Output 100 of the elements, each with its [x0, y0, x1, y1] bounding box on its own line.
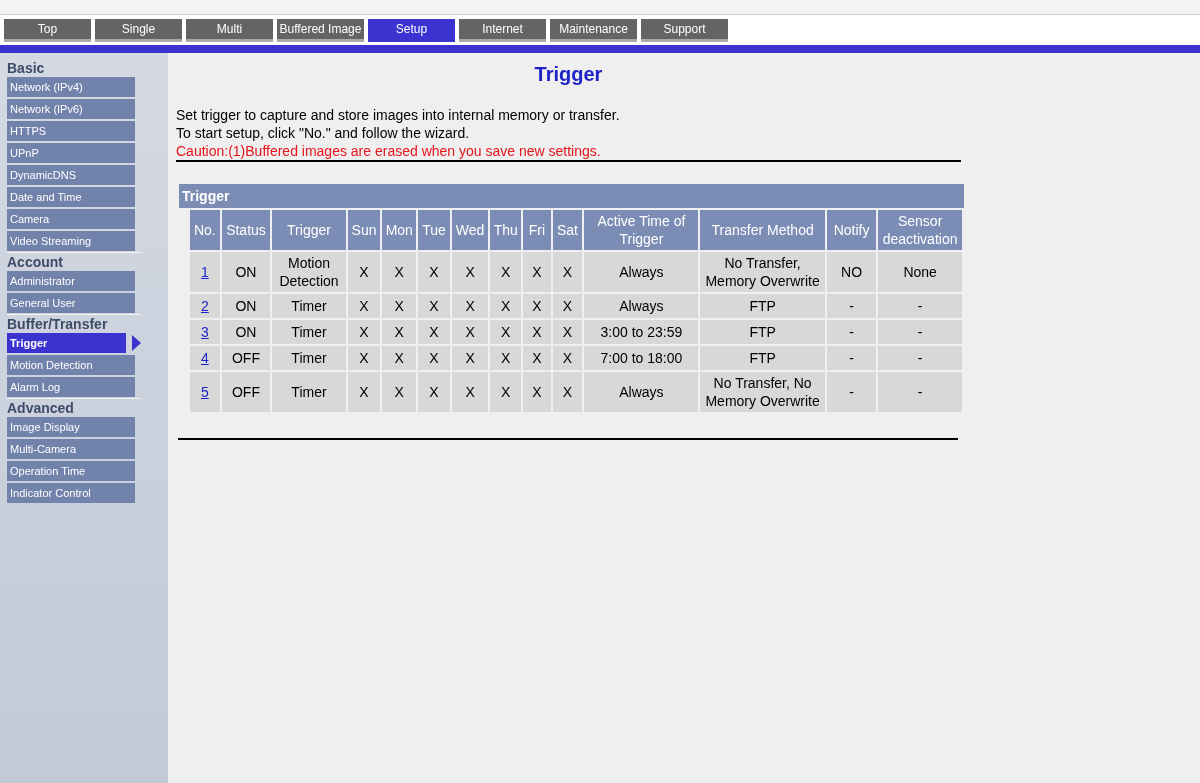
column-header: Transfer Method	[700, 210, 825, 250]
table-cell: X	[451, 372, 489, 412]
column-header: Status	[221, 210, 271, 250]
sidebar-item[interactable]: General User	[7, 293, 135, 313]
table-cell: FTP	[700, 294, 825, 318]
sidebar-item[interactable]: Video Streaming	[7, 231, 135, 251]
caution-text: Caution:(1)Buffered images are erased when you save new settings.	[176, 142, 602, 160]
page-title: Trigger	[533, 63, 604, 85]
table-cell: X	[523, 294, 551, 318]
nav-tab[interactable]: Internet	[459, 19, 546, 42]
sidebar-item[interactable]: DynamicDNS	[7, 165, 135, 185]
table-cell: X	[552, 294, 583, 318]
table-cell: X	[347, 320, 381, 344]
description-text: Set trigger to capture and store images into internal memory or transfer.	[176, 106, 621, 124]
table-cell: X	[451, 320, 489, 344]
table-cell: No Transfer, Memory Overwrite	[700, 252, 825, 292]
column-header: No.	[190, 210, 220, 250]
table-cell: Always	[584, 372, 699, 412]
nav-tab[interactable]: Support	[641, 19, 728, 42]
table-cell: X	[490, 320, 522, 344]
sidebar-item[interactable]: Network (IPv4)	[7, 77, 135, 97]
sidebar-heading: Basic	[7, 59, 46, 77]
sidebar-heading: Advanced	[7, 399, 75, 417]
table-cell: FTP	[700, 346, 825, 370]
nav-tab[interactable]: Top	[4, 19, 91, 42]
table-cell: X	[347, 252, 381, 292]
sidebar-item[interactable]: Indicator Control	[7, 483, 135, 503]
pointer-icon	[132, 335, 141, 351]
nav-tab[interactable]: Maintenance	[550, 19, 637, 42]
table-cell: X	[382, 320, 417, 344]
table-cell: 3:00 to 23:59	[584, 320, 699, 344]
sidebar-item[interactable]: Date and Time	[7, 187, 135, 207]
table-cell: X	[418, 320, 450, 344]
table-cell: X	[490, 346, 522, 370]
table-cell: X	[418, 294, 450, 318]
sidebar-item[interactable]: Multi-Camera	[7, 439, 135, 459]
sidebar-item[interactable]: Camera	[7, 209, 135, 229]
table-cell: Always	[584, 294, 699, 318]
column-header: Sensor deactivation	[878, 210, 962, 250]
table-cell: X	[418, 346, 450, 370]
row-number-link[interactable]: 4	[200, 350, 209, 366]
table-cell: X	[382, 372, 417, 412]
table-cell: Motion Detection	[272, 252, 346, 292]
sidebar-item[interactable]: Motion Detection	[7, 355, 135, 375]
column-header: Trigger	[272, 210, 346, 250]
table-cell: Timer	[272, 320, 346, 344]
table-cell: X	[382, 294, 417, 318]
table-cell: 7:00 to 18:00	[584, 346, 699, 370]
table-title: Trigger	[179, 184, 964, 208]
sidebar-item[interactable]: Network (IPv6)	[7, 99, 135, 119]
sidebar-item[interactable]: Trigger	[7, 333, 126, 353]
row-number-link[interactable]: 5	[200, 384, 209, 400]
sidebar-item[interactable]: HTTPS	[7, 121, 135, 141]
nav-tab[interactable]: Multi	[186, 19, 273, 42]
table-cell: X	[490, 372, 522, 412]
table-cell: -	[878, 294, 962, 318]
table-cell: -	[878, 320, 962, 344]
table-cell: X	[523, 320, 551, 344]
sidebar-heading: Buffer/Transfer	[7, 315, 109, 333]
row-number-link[interactable]: 2	[200, 298, 209, 314]
table-cell: X	[552, 320, 583, 344]
table-cell: -	[826, 320, 877, 344]
column-header: Thu	[490, 210, 522, 250]
table-cell: -	[826, 294, 877, 318]
sidebar-item[interactable]: Alarm Log	[7, 377, 135, 397]
table-cell: FTP	[700, 320, 825, 344]
table-cell: No Transfer, No Memory Overwrite	[700, 372, 825, 412]
column-header: Sat	[552, 210, 583, 250]
table-cell: X	[552, 372, 583, 412]
row-number-link[interactable]: 3	[200, 324, 209, 340]
column-header: Active Time of Trigger	[584, 210, 699, 250]
table-cell: X	[490, 252, 522, 292]
sidebar-item[interactable]: Image Display	[7, 417, 135, 437]
table-cell: ON	[221, 320, 271, 344]
row-number-link[interactable]: 1	[200, 264, 209, 280]
table-cell: -	[878, 372, 962, 412]
nav-tab[interactable]: Buffered Image	[277, 19, 364, 42]
table-cell: X	[347, 346, 381, 370]
nav-tab[interactable]: Setup	[368, 19, 455, 42]
column-header: Sun	[347, 210, 381, 250]
table-cell: X	[347, 372, 381, 412]
column-header: Notify	[826, 210, 877, 250]
table-cell: X	[490, 294, 522, 318]
sidebar-item[interactable]: UPnP	[7, 143, 135, 163]
table-cell: X	[451, 252, 489, 292]
table-cell: ON	[221, 252, 271, 292]
nav-tab[interactable]: Single	[95, 19, 182, 42]
column-header: Tue	[418, 210, 450, 250]
table-cell: X	[451, 346, 489, 370]
table-cell: -	[826, 346, 877, 370]
table-cell: Timer	[272, 294, 346, 318]
sidebar-item[interactable]: Administrator	[7, 271, 135, 291]
table-cell: X	[347, 294, 381, 318]
sidebar-item[interactable]: Operation Time	[7, 461, 135, 481]
table-cell: -	[826, 372, 877, 412]
table-cell: X	[523, 372, 551, 412]
table-cell: None	[878, 252, 962, 292]
table-cell: X	[418, 252, 450, 292]
table-cell: OFF	[221, 346, 271, 370]
sidebar-heading: Account	[7, 253, 64, 271]
